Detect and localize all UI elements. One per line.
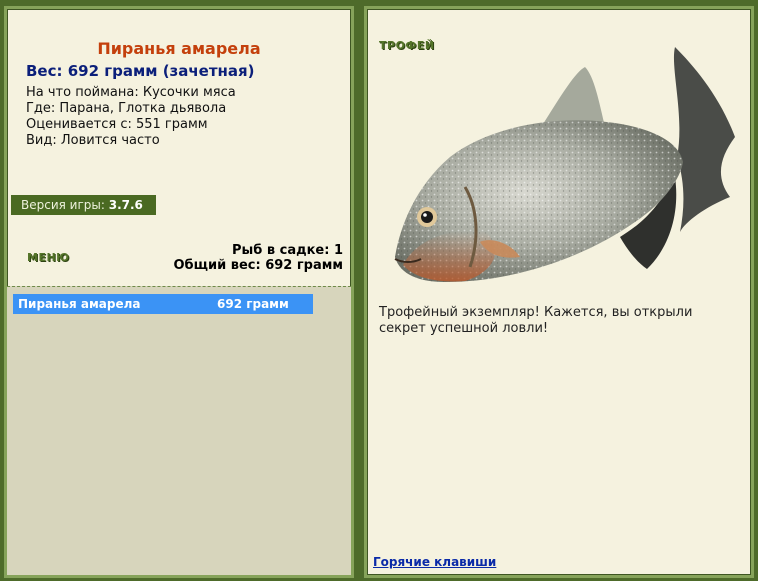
piranha-image xyxy=(394,47,735,282)
location-info: Где: Парана, Глотка дьявола xyxy=(26,101,227,116)
menu-button[interactable]: МЕНЮ xyxy=(27,251,70,264)
fish-weight: Вес: 692 грамм (зачетная) xyxy=(26,62,255,80)
version-value: 3.7.6 xyxy=(108,198,143,212)
trophy-description: Трофейный экземпляр! Кажется, вы открыли… xyxy=(379,305,693,336)
valued-from-info: Оценивается с: 551 грамм xyxy=(26,117,208,132)
species-frequency-info: Вид: Ловится часто xyxy=(26,133,160,148)
trophy-label: ТРОФЕЙ xyxy=(379,39,435,52)
fish-count: Рыб в садке: 1 xyxy=(231,243,343,258)
version-bar: Версия игры: 3.7.6 xyxy=(11,195,156,215)
keepnet-stats: Рыб в садке: 1 Общий вес: 692 грамм xyxy=(173,243,343,273)
trophy-panel: ТРОФЕЙ Трофейный экземпляр! Кажется, вы … xyxy=(364,6,754,578)
version-label: Версия игры: xyxy=(21,198,105,212)
fish-info-panel: Пиранья амарела Вес: 692 грамм (зачетная… xyxy=(4,6,354,578)
hotkeys-link[interactable]: Горячие клавиши xyxy=(373,555,496,569)
total-weight: Общий вес: 692 грамм xyxy=(173,258,343,273)
list-item-weight: 692 грамм xyxy=(217,297,289,311)
bait-info: На что поймана: Кусочки мяса xyxy=(26,85,236,100)
fish-title: Пиранья амарела xyxy=(97,39,261,58)
catch-list: Пиранья амарела 692 грамм xyxy=(7,286,351,575)
list-item[interactable]: Пиранья амарела 692 грамм xyxy=(13,294,313,314)
list-item-name: Пиранья амарела xyxy=(18,297,141,311)
